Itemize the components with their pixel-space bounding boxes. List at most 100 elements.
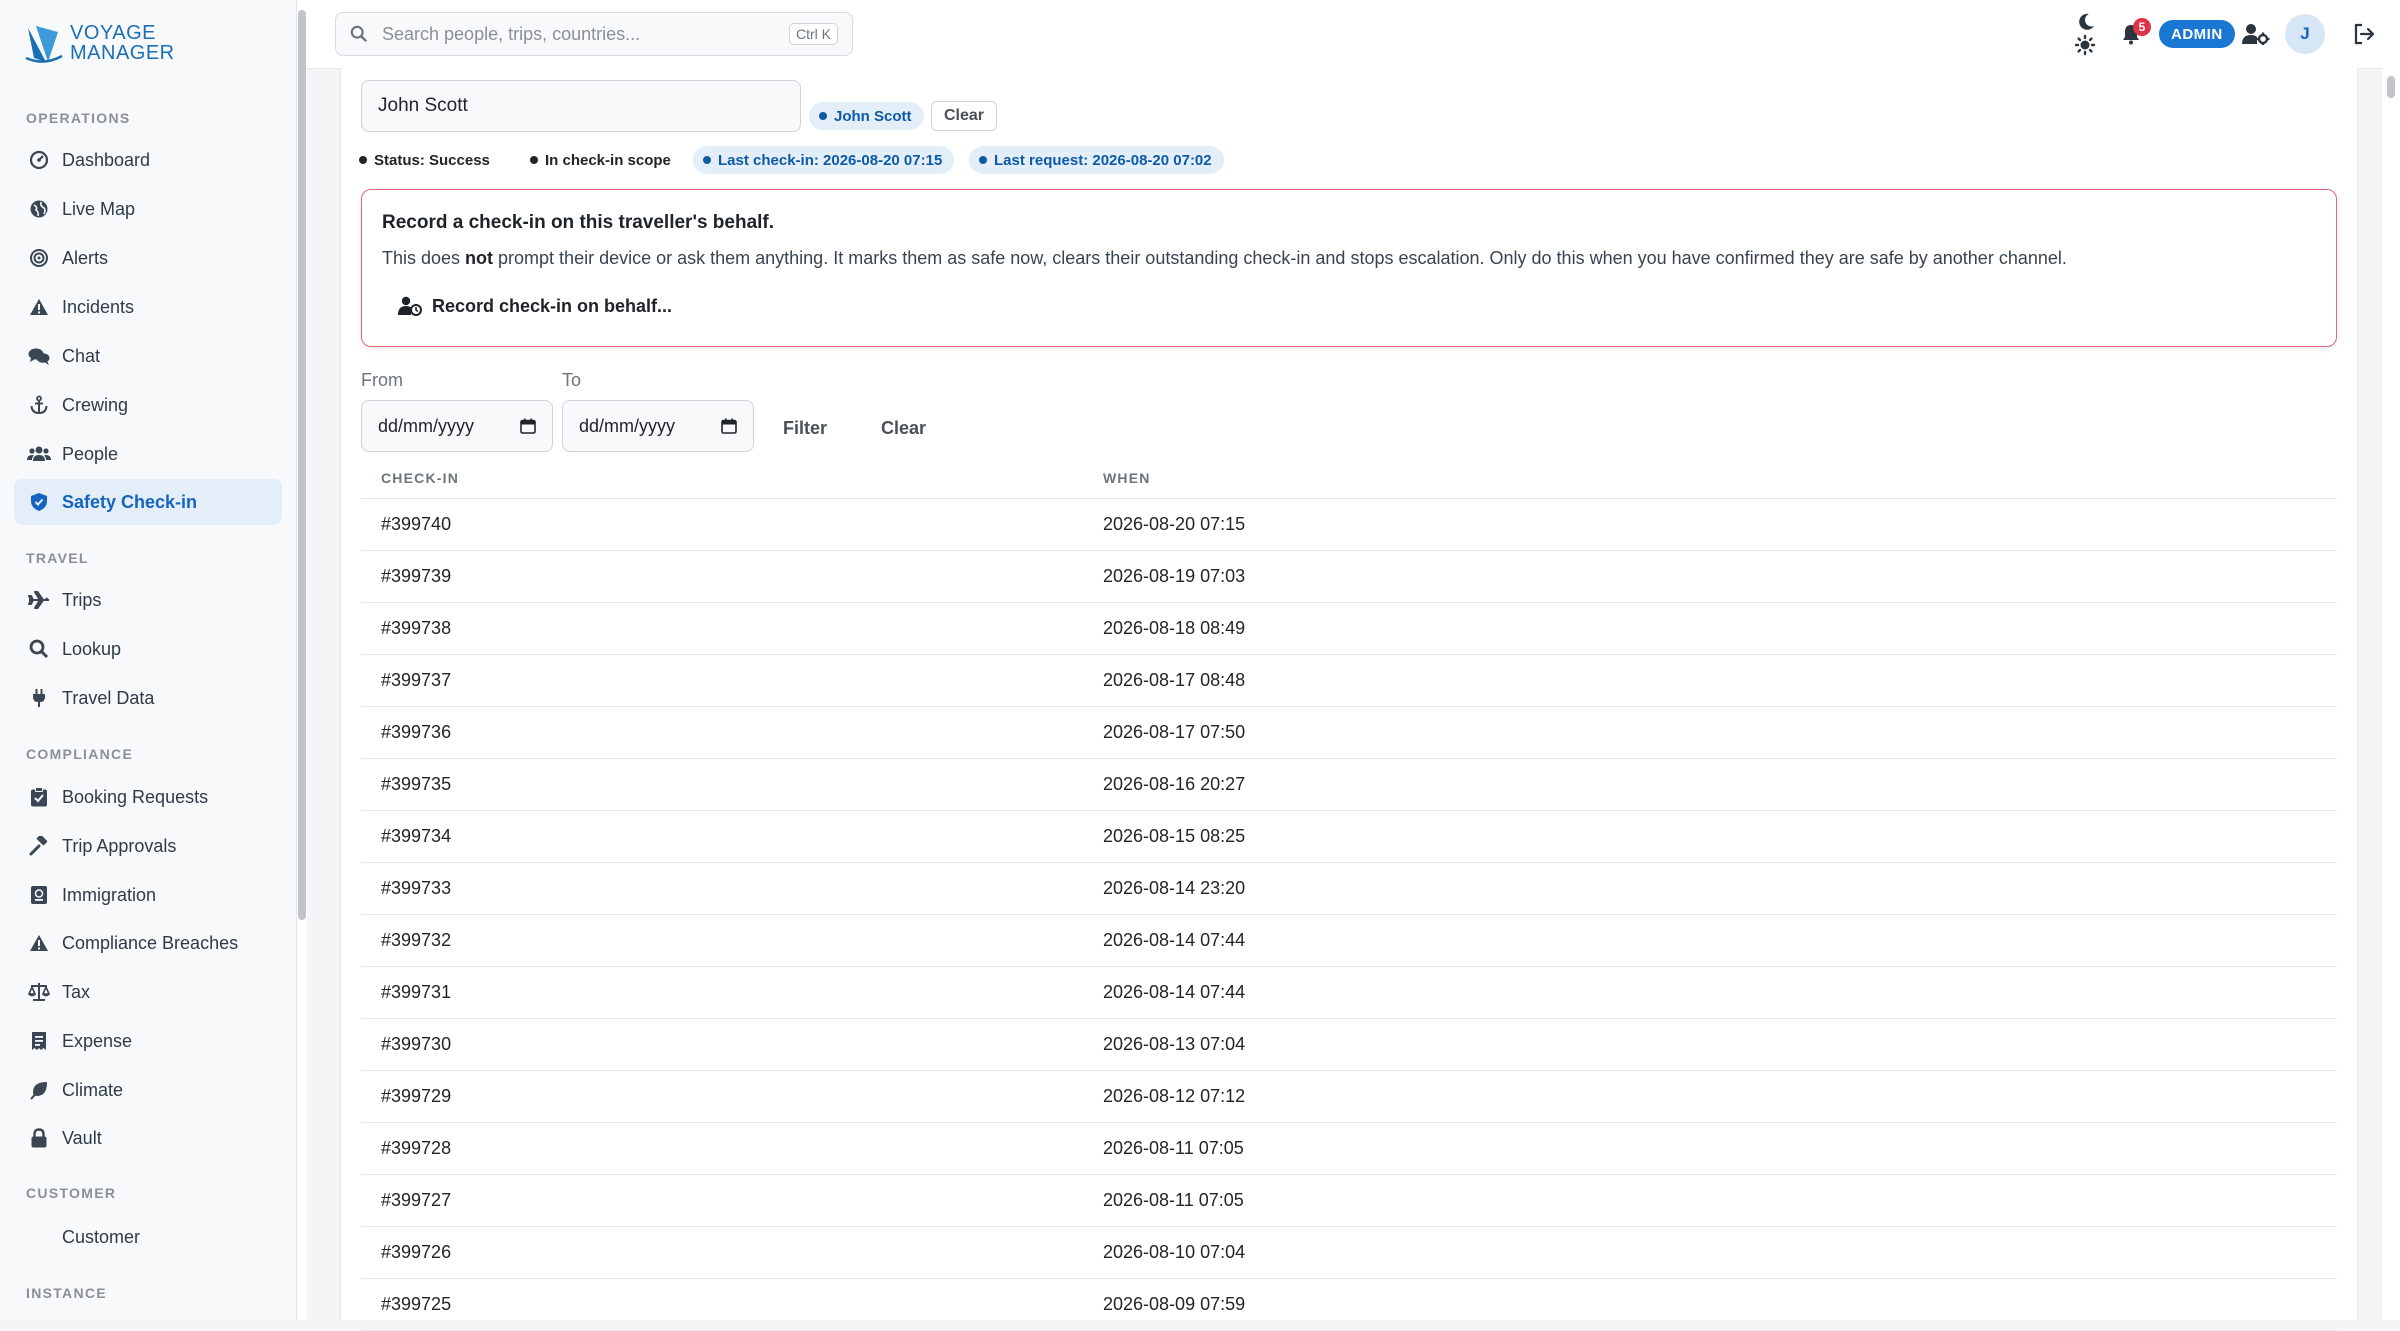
table-row[interactable]: #399730 2026-08-13 07:04 bbox=[361, 1019, 2337, 1071]
check-in-id-cell: #399730 bbox=[381, 1034, 452, 1054]
sidebar-item-customer[interactable]: Customer bbox=[14, 1214, 282, 1260]
nav-section-operations: OPERATIONS bbox=[26, 110, 131, 126]
clear-person-button[interactable]: Clear bbox=[931, 101, 997, 131]
sidebar-item-safety-check-in[interactable]: Safety Check-in bbox=[14, 479, 282, 525]
warning-icon bbox=[26, 932, 52, 954]
last-request-chip: Last request: 2026-08-20 07:02 bbox=[969, 146, 1224, 174]
user-settings-button[interactable] bbox=[2241, 21, 2271, 47]
sidebar-item-tax[interactable]: Tax bbox=[14, 969, 282, 1015]
check-in-time-cell: 2026-08-20 07:15 bbox=[1103, 514, 1246, 534]
clipboard-icon bbox=[26, 786, 52, 808]
from-date-input[interactable]: dd/mm/yyyy bbox=[361, 400, 553, 452]
calendar-icon[interactable] bbox=[520, 418, 536, 434]
theme-toggle-button[interactable] bbox=[2070, 10, 2100, 58]
calendar-icon[interactable] bbox=[721, 418, 737, 434]
sidebar-item-alerts[interactable]: Alerts bbox=[14, 235, 282, 281]
description-part: prompt their device or ask them anything… bbox=[493, 248, 2067, 268]
logo[interactable]: VOYAGE MANAGER bbox=[24, 22, 175, 64]
table-row[interactable]: #399727 2026-08-11 07:05 bbox=[361, 1175, 2337, 1227]
person-search-input[interactable] bbox=[361, 80, 801, 132]
table-row[interactable]: #399726 2026-08-10 07:04 bbox=[361, 1227, 2337, 1279]
table-row[interactable]: #399725 2026-08-09 07:59 bbox=[361, 1279, 2337, 1331]
avatar[interactable]: J bbox=[2285, 14, 2325, 54]
notifications-button[interactable]: 5 bbox=[2119, 18, 2151, 46]
clear-dates-button[interactable]: Clear bbox=[881, 418, 926, 439]
sidebar-item-crewing[interactable]: Crewing bbox=[14, 382, 282, 428]
sidebar-item-live-map[interactable]: Live Map bbox=[14, 186, 282, 232]
nav-section-instance: INSTANCE bbox=[26, 1285, 107, 1301]
user-cog-icon bbox=[2242, 24, 2270, 45]
sidebar-item-lookup[interactable]: Lookup bbox=[14, 626, 282, 672]
sidebar-item-vault[interactable]: Vault bbox=[14, 1115, 282, 1161]
check-in-time-cell: 2026-08-10 07:04 bbox=[1103, 1242, 1246, 1262]
table-row[interactable]: #399731 2026-08-14 07:44 bbox=[361, 967, 2337, 1019]
table-row[interactable]: #399739 2026-08-19 07:03 bbox=[361, 551, 2337, 603]
check-in-scope-chip: In check-in scope bbox=[522, 146, 683, 174]
sidebar-item-incidents[interactable]: Incidents bbox=[14, 284, 282, 330]
sidebar-item-expense[interactable]: Expense bbox=[14, 1018, 282, 1064]
column-header-when: WHEN bbox=[1103, 470, 1151, 486]
sidebar-item-chat[interactable]: Chat bbox=[14, 333, 282, 379]
table-row[interactable]: #399735 2026-08-16 20:27 bbox=[361, 759, 2337, 811]
check-in-time-cell: 2026-08-17 08:48 bbox=[1103, 670, 1246, 690]
target-icon bbox=[26, 247, 52, 269]
chip-label: Last check-in: 2026-08-20 07:15 bbox=[718, 151, 943, 169]
sidebar-item-travel-data[interactable]: Travel Data bbox=[14, 675, 282, 721]
table-row[interactable]: #399732 2026-08-14 07:44 bbox=[361, 915, 2337, 967]
sidebar-item-dashboard[interactable]: Dashboard bbox=[14, 137, 282, 183]
chip-dot bbox=[703, 156, 711, 164]
search-input[interactable] bbox=[380, 22, 789, 46]
chip-dot bbox=[819, 112, 827, 120]
sidebar-item-trip-approvals[interactable]: Trip Approvals bbox=[14, 823, 282, 869]
sidebar-item-label: Climate bbox=[62, 1079, 124, 1100]
date-placeholder: dd/mm/yyyy bbox=[378, 415, 475, 436]
check-in-time-cell: 2026-08-17 07:50 bbox=[1103, 722, 1246, 742]
sidebar-scrollbar[interactable] bbox=[297, 0, 307, 1320]
main-scrollbar-thumb[interactable] bbox=[2387, 76, 2395, 98]
check-in-id-cell: #399735 bbox=[381, 774, 452, 794]
sailboat-logo-icon bbox=[25, 26, 63, 63]
sidebar-item-trips[interactable]: Trips bbox=[14, 577, 282, 623]
filter-button[interactable]: Filter bbox=[783, 418, 827, 439]
sidebar-item-label: Chat bbox=[62, 345, 101, 366]
chat-icon bbox=[26, 345, 52, 367]
table-row[interactable]: #399729 2026-08-12 07:12 bbox=[361, 1071, 2337, 1123]
table-row[interactable]: #399736 2026-08-17 07:50 bbox=[361, 707, 2337, 759]
plane-icon bbox=[26, 589, 52, 611]
check-in-id-cell: #399726 bbox=[381, 1242, 452, 1262]
check-in-time-cell: 2026-08-18 08:49 bbox=[1103, 618, 1246, 638]
sidebar-item-people[interactable]: People bbox=[14, 431, 282, 477]
table-row[interactable]: #399738 2026-08-18 08:49 bbox=[361, 603, 2337, 655]
shield-icon bbox=[26, 491, 52, 513]
check-in-id-cell: #399736 bbox=[381, 722, 452, 742]
gavel-icon bbox=[26, 835, 52, 857]
sidebar-item-immigration[interactable]: Immigration bbox=[14, 872, 282, 918]
check-in-id-cell: #399728 bbox=[381, 1138, 452, 1158]
check-in-time-cell: 2026-08-11 07:05 bbox=[1103, 1190, 1244, 1210]
logo-line-2: MANAGER bbox=[70, 42, 175, 64]
check-in-time-cell: 2026-08-14 07:44 bbox=[1103, 930, 1246, 950]
global-search[interactable]: Ctrl K bbox=[335, 12, 853, 56]
table-row[interactable]: #399740 2026-08-20 07:15 bbox=[361, 499, 2337, 551]
sidebar-item-climate[interactable]: Climate bbox=[14, 1067, 282, 1113]
selected-person-chip[interactable]: John Scott bbox=[809, 102, 924, 130]
table-row[interactable]: #399734 2026-08-15 08:25 bbox=[361, 811, 2337, 863]
sidebar-item-booking-requests[interactable]: Booking Requests bbox=[14, 774, 282, 820]
sidebar-scrollbar-thumb[interactable] bbox=[298, 10, 306, 920]
chip-label: Last request: 2026-08-20 07:02 bbox=[994, 151, 1212, 169]
check-in-id-cell: #399729 bbox=[381, 1086, 452, 1106]
sidebar-item-label: Safety Check-in bbox=[62, 491, 198, 512]
check-in-time-cell: 2026-08-15 08:25 bbox=[1103, 826, 1246, 846]
logout-button[interactable] bbox=[2351, 22, 2377, 46]
people-icon bbox=[26, 443, 52, 465]
check-in-id-cell: #399732 bbox=[381, 930, 452, 950]
table-row[interactable]: #399733 2026-08-14 23:20 bbox=[361, 863, 2337, 915]
check-in-id-cell: #399734 bbox=[381, 826, 452, 846]
main-scrollbar[interactable] bbox=[2382, 68, 2400, 1320]
record-check-in-button[interactable]: Record check-in on behalf... bbox=[382, 286, 688, 326]
sidebar-item-compliance-breaches[interactable]: Compliance Breaches bbox=[14, 920, 282, 966]
sidebar-item-label: Immigration bbox=[62, 884, 157, 905]
table-row[interactable]: #399737 2026-08-17 08:48 bbox=[361, 655, 2337, 707]
table-row[interactable]: #399728 2026-08-11 07:05 bbox=[361, 1123, 2337, 1175]
to-date-input[interactable]: dd/mm/yyyy bbox=[562, 400, 754, 452]
